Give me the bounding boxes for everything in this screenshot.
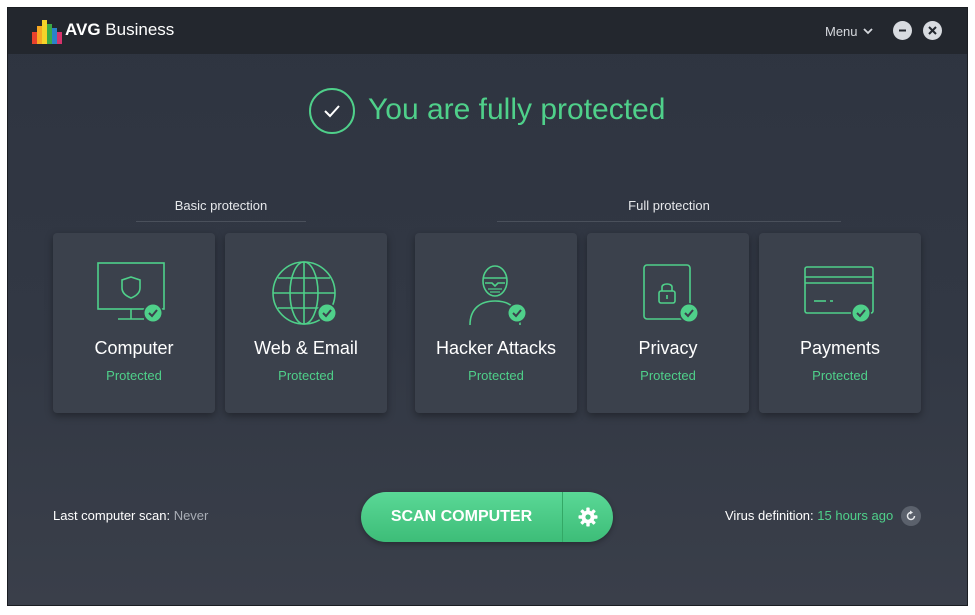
virus-definition-label: Virus definition:: [725, 508, 814, 523]
tile-privacy-status: Protected: [640, 368, 696, 383]
tile-payments[interactable]: Payments Protected: [759, 233, 921, 413]
tile-payments-name: Payments: [799, 338, 881, 358]
credit-card-icon: [804, 266, 874, 323]
last-scan-value: Never: [173, 508, 209, 523]
brand-bold: AVG: [65, 20, 101, 39]
globe-icon: [272, 261, 337, 325]
tile-web-email[interactable]: Web & Email Protected: [225, 233, 387, 413]
basic-protection-label: Basic protection: [174, 198, 268, 213]
menu-label: Menu: [825, 24, 858, 39]
virus-definition-value: 15 hours ago: [817, 508, 894, 523]
full-protection-label: Full protection: [628, 198, 710, 213]
tile-privacy[interactable]: Privacy Protected: [587, 233, 749, 413]
tile-privacy-name: Privacy: [638, 338, 698, 358]
tile-hacker-attacks[interactable]: Hacker Attacks Protected: [415, 233, 577, 413]
tile-computer-name: Computer: [94, 338, 174, 358]
virus-definition-info: Virus definition: 15 hours ago: [725, 508, 893, 523]
tile-computer-status: Protected: [106, 368, 162, 383]
monitor-shield-icon: [97, 262, 165, 323]
scan-settings-button[interactable]: [563, 492, 613, 542]
check-circle-icon: [309, 88, 355, 134]
minimize-icon: [899, 29, 906, 32]
brand-rest: Business: [100, 20, 175, 39]
last-scan-info: Last computer scan: Never: [53, 508, 208, 523]
close-icon: [928, 26, 937, 35]
basic-protection-divider: [136, 221, 306, 222]
tile-hacker-attacks-status: Protected: [468, 368, 524, 383]
scan-computer-button[interactable]: SCAN COMPUTER: [361, 492, 562, 542]
tile-web-email-status: Protected: [278, 368, 334, 383]
update-definitions-button[interactable]: [901, 506, 921, 526]
minimize-button[interactable]: [893, 21, 912, 40]
hacker-icon: [469, 265, 527, 326]
lock-icon: [643, 264, 699, 323]
full-protection-divider: [497, 221, 841, 222]
status-title: You are fully protected: [368, 93, 666, 126]
protection-status: You are fully protected: [8, 88, 967, 138]
close-button[interactable]: [923, 21, 942, 40]
gear-icon: [578, 507, 598, 527]
menu-button[interactable]: Menu: [825, 24, 873, 39]
scan-button-group: SCAN COMPUTER: [361, 492, 613, 542]
tile-computer[interactable]: Computer Protected: [53, 233, 215, 413]
tile-web-email-name: Web & Email: [254, 338, 358, 358]
title-bar: AVG Business Menu: [8, 8, 967, 54]
refresh-icon: [906, 510, 916, 521]
chevron-down-icon: [862, 28, 873, 35]
last-scan-label: Last computer scan:: [53, 508, 171, 523]
tile-hacker-attacks-name: Hacker Attacks: [435, 338, 557, 358]
tile-payments-status: Protected: [812, 368, 868, 383]
avg-logo-icon: [32, 20, 62, 44]
app-brand: AVG Business: [65, 20, 174, 40]
app-window: AVG Business Menu You are fully protecte…: [7, 7, 968, 606]
